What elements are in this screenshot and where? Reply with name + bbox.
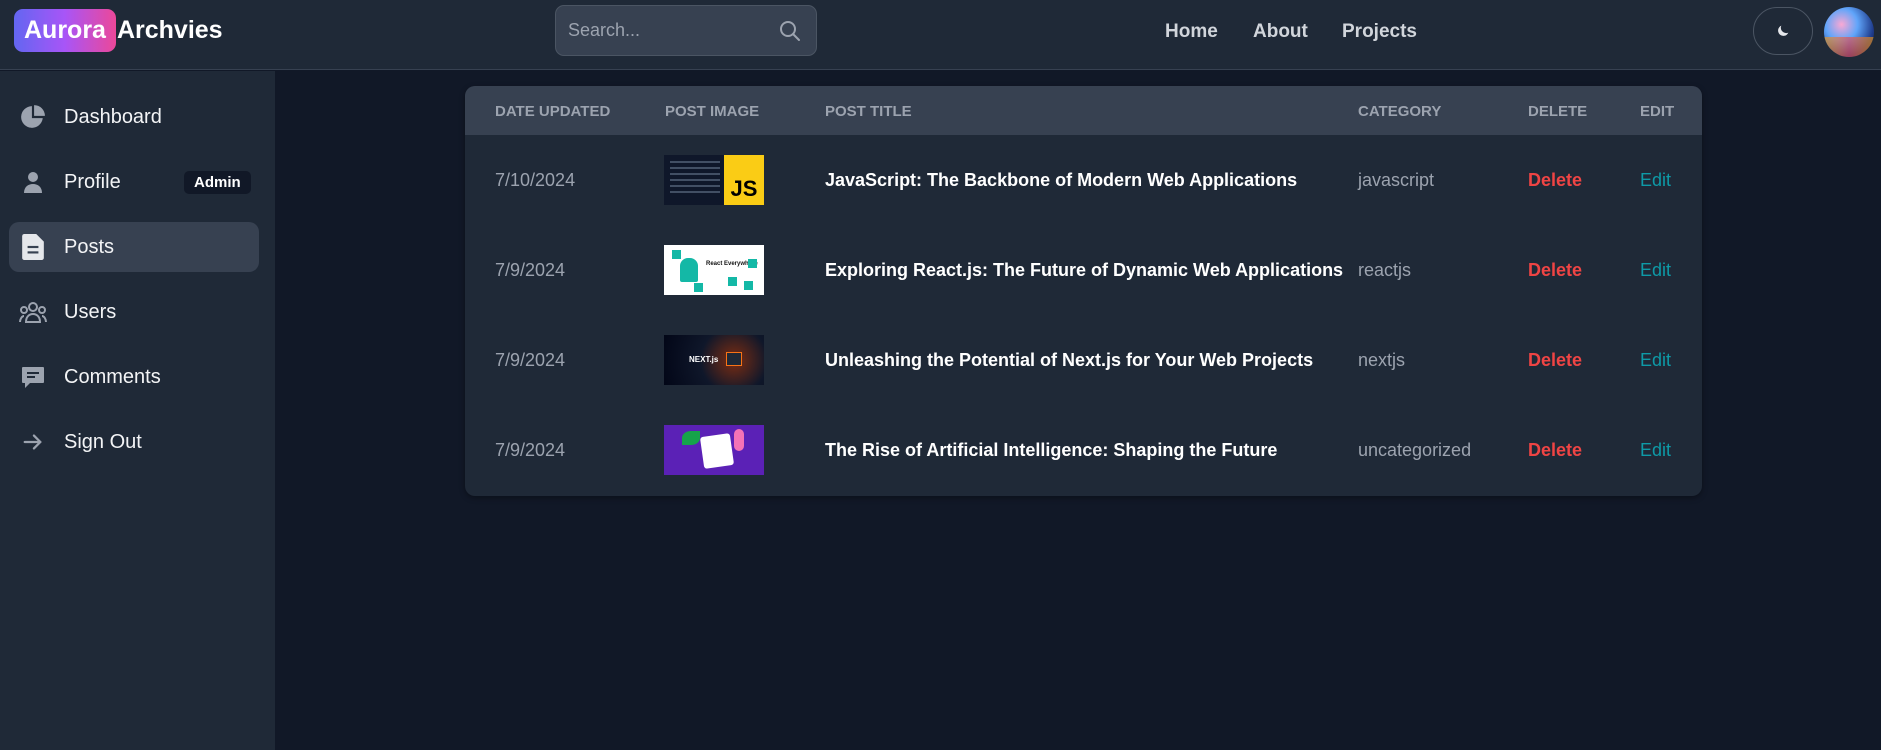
post-title-link[interactable]: Exploring React.js: The Future of Dynami… xyxy=(825,225,1343,315)
top-navbar: Aurora Archvies Home About Projects xyxy=(0,0,1881,70)
user-icon xyxy=(19,168,47,196)
search-icon[interactable] xyxy=(778,19,802,43)
post-date: 7/9/2024 xyxy=(495,439,566,460)
logo-text: Archvies xyxy=(116,16,223,44)
comment-icon xyxy=(19,363,47,391)
table-row: 7/10/2024 JS JavaScript: The Backbone of… xyxy=(465,135,1702,225)
sidebar-item-label: Users xyxy=(64,300,117,323)
nav-about-link[interactable]: About xyxy=(1253,21,1308,43)
next-thumb-text: NEXT.js xyxy=(689,355,719,364)
sidebar-item-label: Dashboard xyxy=(64,105,162,128)
delete-button[interactable]: Delete xyxy=(1528,225,1582,315)
main-nav-about: About xyxy=(1253,21,1348,43)
edit-link[interactable]: Edit xyxy=(1640,135,1671,225)
edit-link[interactable]: Edit xyxy=(1640,405,1671,495)
sidebar-item-label: Profile xyxy=(64,170,121,193)
search-box xyxy=(555,5,817,56)
table-row: 7/9/2024 The Rise of Artificial Intellig… xyxy=(465,405,1702,495)
sidebar: Dashboard Profile Admin Posts Users Comm… xyxy=(0,71,275,750)
sidebar-item-label: Posts xyxy=(64,235,115,258)
column-header-image: Post Image xyxy=(665,103,760,120)
theme-toggle-button[interactable] xyxy=(1753,7,1813,55)
logo-badge: Aurora xyxy=(14,9,116,52)
admin-badge: Admin xyxy=(184,170,251,194)
post-category: nextjs xyxy=(1358,349,1406,370)
posts-table: Date Updated Post Image Post Title Categ… xyxy=(465,86,1702,496)
post-title-link[interactable]: Unleashing the Potential of Next.js for … xyxy=(825,315,1313,405)
table-header: Date Updated Post Image Post Title Categ… xyxy=(465,86,1702,135)
delete-button[interactable]: Delete xyxy=(1528,135,1582,225)
column-header-category: Category xyxy=(1358,103,1442,120)
column-header-title: Post Title xyxy=(825,103,912,120)
js-logo-text: JS xyxy=(724,155,764,205)
moon-icon xyxy=(1778,25,1789,36)
site-logo[interactable]: Aurora Archvies xyxy=(14,9,223,52)
edit-link[interactable]: Edit xyxy=(1640,315,1671,405)
post-date: 7/10/2024 xyxy=(495,169,576,190)
document-icon xyxy=(19,233,47,261)
column-header-delete: Delete xyxy=(1528,103,1588,120)
post-title-link[interactable]: The Rise of Artificial Intelligence: Sha… xyxy=(825,405,1277,495)
table-row: 7/9/2024 React Everywhere Exploring Reac… xyxy=(465,225,1702,315)
post-image[interactable] xyxy=(664,405,764,495)
pie-chart-icon xyxy=(19,103,47,131)
table-row: 7/9/2024 NEXT.js Unleashing the Potentia… xyxy=(465,315,1702,405)
ai-thumbnail xyxy=(664,425,764,475)
sidebar-item-signout[interactable]: Sign Out xyxy=(9,417,259,467)
sidebar-item-comments[interactable]: Comments xyxy=(9,352,259,402)
nextjs-thumbnail: NEXT.js xyxy=(664,335,764,385)
post-title-link[interactable]: JavaScript: The Backbone of Modern Web A… xyxy=(825,135,1297,225)
post-date: 7/9/2024 xyxy=(495,259,566,280)
sidebar-item-profile[interactable]: Profile Admin xyxy=(9,157,259,207)
post-category: javascript xyxy=(1358,169,1435,190)
user-avatar[interactable] xyxy=(1824,7,1874,57)
sidebar-item-posts[interactable]: Posts xyxy=(9,222,259,272)
post-category: reactjs xyxy=(1358,259,1412,280)
users-icon xyxy=(19,298,47,326)
delete-button[interactable]: Delete xyxy=(1528,315,1582,405)
sidebar-item-dashboard[interactable]: Dashboard xyxy=(9,92,259,142)
javascript-thumbnail: JS xyxy=(664,155,764,205)
sidebar-item-users[interactable]: Users xyxy=(9,287,259,337)
post-date: 7/9/2024 xyxy=(495,349,566,370)
column-header-date: Date Updated xyxy=(495,103,611,120)
delete-button[interactable]: Delete xyxy=(1528,405,1582,495)
post-image[interactable]: NEXT.js xyxy=(664,315,764,405)
edit-link[interactable]: Edit xyxy=(1640,225,1671,315)
sidebar-item-label: Sign Out xyxy=(64,430,142,453)
react-thumbnail: React Everywhere xyxy=(664,245,764,295)
arrow-right-icon xyxy=(19,428,47,456)
main-nav: Home xyxy=(1165,21,1258,43)
nav-projects-link[interactable]: Projects xyxy=(1342,21,1417,43)
sidebar-item-label: Comments xyxy=(64,365,161,388)
column-header-edit: Edit xyxy=(1640,103,1675,120)
post-image[interactable]: JS xyxy=(664,135,764,225)
main-nav-projects: Projects xyxy=(1342,21,1457,43)
post-category: uncategorized xyxy=(1358,439,1472,460)
post-image[interactable]: React Everywhere xyxy=(664,225,764,315)
nav-home-link[interactable]: Home xyxy=(1165,21,1218,43)
search-input[interactable] xyxy=(568,6,768,55)
